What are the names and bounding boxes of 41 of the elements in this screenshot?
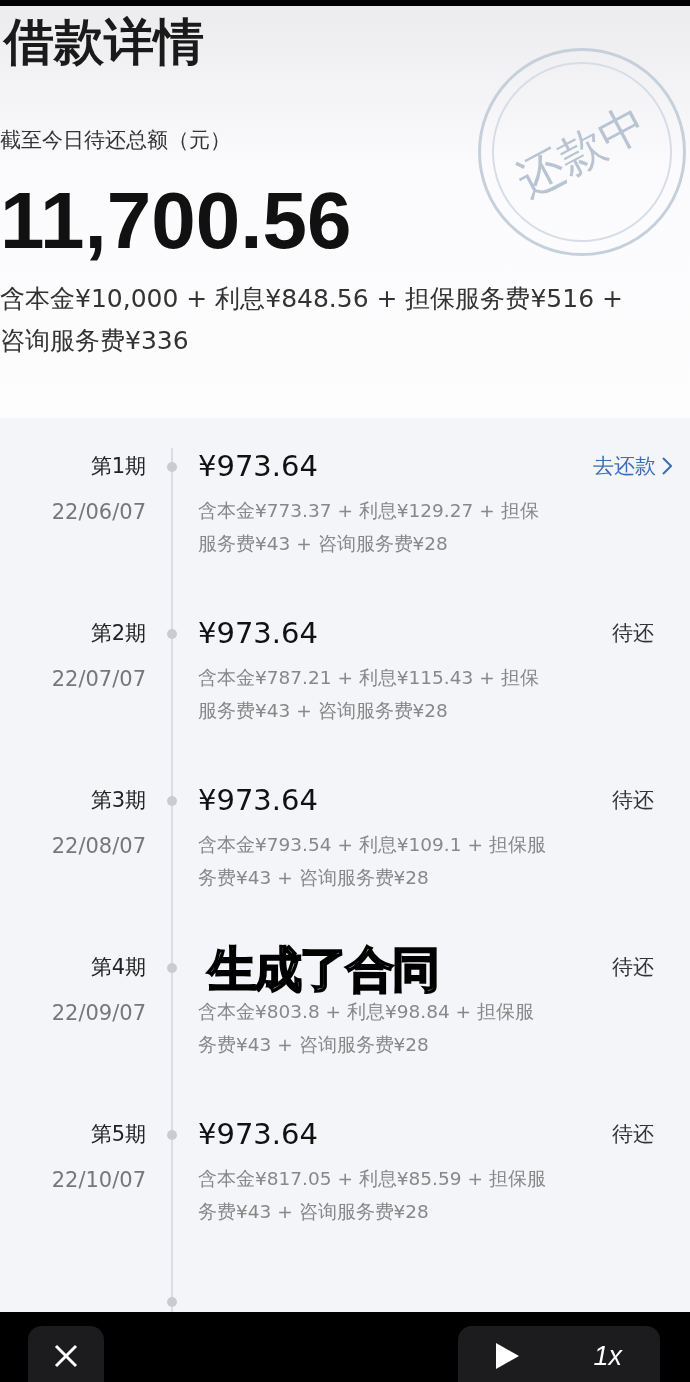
installment-amount: ¥973.64 (198, 1116, 318, 1152)
due-date: 22/07/07 (51, 667, 146, 691)
due-date: 22/06/07 (51, 500, 146, 524)
page-title: 借款详情 (2, 12, 205, 73)
total-label: 截至今日待还总额（元） (0, 127, 231, 154)
status-label: 待还 (612, 620, 655, 647)
due-date: 22/08/07 (51, 834, 146, 858)
video-caption: 生成了合同 (208, 940, 438, 999)
close-icon (54, 1344, 78, 1368)
play-icon (493, 1342, 520, 1370)
chevron-right-icon (662, 457, 672, 475)
repay-link[interactable]: 去还款 (593, 448, 690, 484)
period-label: 第4期 (90, 954, 146, 981)
timeline-dot (167, 629, 177, 639)
period-label: 第3期 (90, 787, 146, 814)
due-date: 22/09/07 (51, 1001, 146, 1025)
status-label: 待还 (612, 1121, 655, 1148)
period-label: 第1期 (90, 453, 146, 480)
total-amount: 11,700.56 (0, 176, 353, 266)
timeline-dot (167, 462, 177, 472)
timeline-dot (167, 796, 177, 806)
installment-amount: ¥973.64 (198, 615, 318, 651)
status-label: 待还 (612, 787, 655, 814)
installment-breakdown: 含本金¥787.21 + 利息¥115.43 + 担保服务费¥43 + 咨询服务费¥28 (198, 666, 540, 723)
installment-breakdown: 含本金¥773.37 + 利息¥129.27 + 担保服务费¥43 + 咨询服务费¥28 (198, 499, 540, 556)
timeline-dot (167, 1130, 177, 1140)
installment-breakdown: 含本金¥793.54 + 利息¥109.1 + 担保服务费¥43 + 咨询服务费¥28 (198, 833, 547, 890)
period-label: 第5期 (90, 1121, 146, 1148)
due-date: 22/10/07 (51, 1168, 146, 1192)
timeline-dot (167, 963, 177, 973)
total-breakdown: 含本金¥10,000 + 利息¥848.56 + 担保服务费¥516 + 咨询服务费¥336 (0, 283, 624, 357)
installment-amount: ¥973.64 (198, 448, 318, 484)
period-label: 第2期 (90, 620, 146, 647)
installment-amount: ¥973.64 (198, 782, 318, 818)
status-label: 待还 (612, 954, 655, 981)
close-button[interactable] (28, 1326, 104, 1382)
installment-breakdown: 含本金¥817.05 + 利息¥85.59 + 担保服务费¥43 + 咨询服务费¥28 (198, 1167, 547, 1224)
speed-button[interactable]: 1x (587, 1340, 629, 1372)
status-stamp: 还款中 (478, 48, 686, 256)
timeline-dot (167, 1297, 177, 1307)
installment-breakdown: 含本金¥803.8 + 利息¥98.84 + 担保服务费¥43 + 咨询服务费¥28 (198, 1000, 535, 1057)
